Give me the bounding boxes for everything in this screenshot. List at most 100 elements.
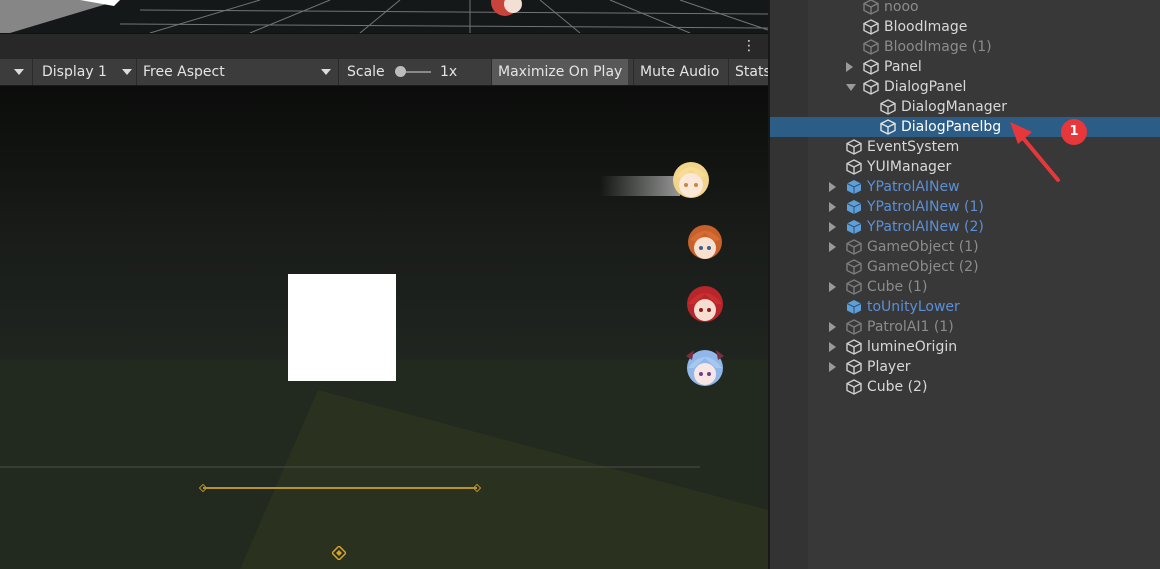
dialog-divider-line [203,487,477,489]
hierarchy-row[interactable]: YPatrolAINew (2) [770,217,1160,237]
collapsed-arrow-icon[interactable] [846,62,853,72]
hierarchy-row-label: YUIManager [867,159,952,175]
gameobject-cube-icon [846,239,862,255]
display-label: Display 1 [42,64,107,80]
gameobject-cube-icon [846,359,862,375]
hierarchy-row-label: Cube (1) [867,279,928,295]
gameobject-cube-icon [880,119,896,135]
hierarchy-row[interactable]: DialogManager [770,97,1160,117]
dialog-panel-bg-image [288,274,396,381]
gameobject-cube-icon [846,139,862,155]
gameobject-cube-icon [846,259,862,275]
hierarchy-row-label: GameObject (1) [867,239,979,255]
aspect-label: Free Aspect [143,64,225,80]
gameobject-cube-icon [880,99,896,115]
hierarchy-row-label: BloodImage (1) [884,39,992,55]
gameobject-cube-icon [846,279,862,295]
prefab-cube-icon [846,220,862,234]
more-options-icon[interactable]: ⋮ [742,38,756,54]
gameobject-cube-icon [863,19,879,35]
hierarchy-row[interactable]: Cube (1) [770,277,1160,297]
gameobject-cube-icon [863,39,879,55]
hierarchy-row[interactable]: YUIManager [770,157,1160,177]
hierarchy-row[interactable]: YPatrolAINew (1) [770,197,1160,217]
collapsed-arrow-icon[interactable] [829,182,836,192]
annotation-arrow-icon [1010,122,1060,182]
hierarchy-row[interactable]: BloodImage [770,17,1160,37]
hierarchy-row[interactable]: GameObject (2) [770,257,1160,277]
scale-label: Scale [347,64,385,80]
hierarchy-row[interactable]: toUnityLower [770,297,1160,317]
scene-grid [0,0,768,33]
hierarchy-row[interactable]: nooo [770,0,1160,17]
expanded-arrow-icon[interactable] [846,84,856,91]
scale-slider-thumb[interactable] [395,66,406,77]
hierarchy-row[interactable]: BloodImage (1) [770,37,1160,57]
hierarchy-row-label: DialogPanelbg [901,119,1002,135]
gameobject-cube-icon [846,379,862,395]
collapsed-arrow-icon[interactable] [829,362,836,372]
display-dropdown[interactable]: Display 1 [32,59,136,85]
hierarchy-row-label: PatrolAI1 (1) [867,319,954,335]
collapsed-arrow-icon[interactable] [829,282,836,292]
collapsed-arrow-icon[interactable] [829,222,836,232]
gameobject-cube-icon [863,59,879,75]
hierarchy-row-label: DialogManager [901,99,1007,115]
avatar-lumine [673,162,709,198]
hierarchy-row[interactable]: GameObject (1) [770,237,1160,257]
hierarchy-row-label: Cube (2) [867,379,928,395]
hierarchy-row[interactable]: EventSystem [770,137,1160,157]
gameobject-cube-icon [846,319,862,335]
avatar-tartaglia [688,225,722,259]
hierarchy-row-label: toUnityLower [867,299,960,315]
view-dropdown-arrow-icon[interactable] [14,59,24,85]
collapsed-arrow-icon[interactable] [829,242,836,252]
game-viewport[interactable] [0,86,768,569]
scene-view-strip[interactable] [0,0,768,33]
prefab-cube-icon [846,300,862,314]
gameobject-cube-icon [863,0,879,15]
hierarchy-panel: nooo BloodImage BloodImage (1) Panel DialogP… [770,0,1160,569]
scale-value: 1x [440,64,458,80]
hierarchy-row-label: nooo [884,0,919,15]
hierarchy-row[interactable]: Cube (2) [770,377,1160,397]
prefab-cube-icon [846,180,862,194]
hierarchy-row[interactable]: DialogPanel [770,77,1160,97]
hierarchy-row-label: YPatrolAINew (2) [867,219,984,235]
hierarchy-row-label: YPatrolAINew (1) [867,199,984,215]
game-tab-bar: ⋮ [0,33,768,60]
avatar-ganyu [686,350,724,386]
hierarchy-row[interactable]: PatrolAI1 (1) [770,317,1160,337]
game-toolbar: Display 1 Free Aspect Scale 1x Maximize … [0,59,768,86]
hierarchy-row-label: BloodImage [884,19,968,35]
scale-control: Scale 1x [338,59,488,85]
hierarchy-row-label: lumineOrigin [867,339,958,355]
hierarchy-row[interactable]: DialogPanelbg [770,117,1160,137]
chevron-down-icon [321,69,331,75]
hierarchy-row-label: GameObject (2) [867,259,979,275]
gameobject-cube-icon [846,159,862,175]
hierarchy-row-label: EventSystem [867,139,960,155]
hierarchy-row[interactable]: Panel [770,57,1160,77]
gameobject-cube-icon [846,339,862,355]
hierarchy-row[interactable]: lumineOrigin [770,337,1160,357]
collapsed-arrow-icon[interactable] [829,322,836,332]
collapsed-arrow-icon[interactable] [829,202,836,212]
hierarchy-row-label: YPatrolAINew [867,179,960,195]
mute-audio-button[interactable]: Mute Audio [633,59,725,85]
gameobject-cube-icon [863,79,879,95]
avatar-diluc [687,286,723,322]
hierarchy-row-label: Player [867,359,911,375]
hierarchy-row-label: DialogPanel [884,79,967,95]
stats-button[interactable]: Stats [728,59,768,85]
prefab-cube-icon [846,200,862,214]
maximize-on-play-button[interactable]: Maximize On Play [491,59,629,85]
game-view-panel: ⋮ Display 1 Free Aspect Scale 1x Maximiz… [0,0,768,569]
collapsed-arrow-icon[interactable] [829,342,836,352]
aspect-dropdown[interactable]: Free Aspect [136,59,338,85]
diamond-icon [332,546,346,560]
game-floor [0,360,768,569]
hierarchy-row[interactable]: Player [770,357,1160,377]
chevron-down-icon [122,69,132,75]
hierarchy-row[interactable]: YPatrolAINew [770,177,1160,197]
